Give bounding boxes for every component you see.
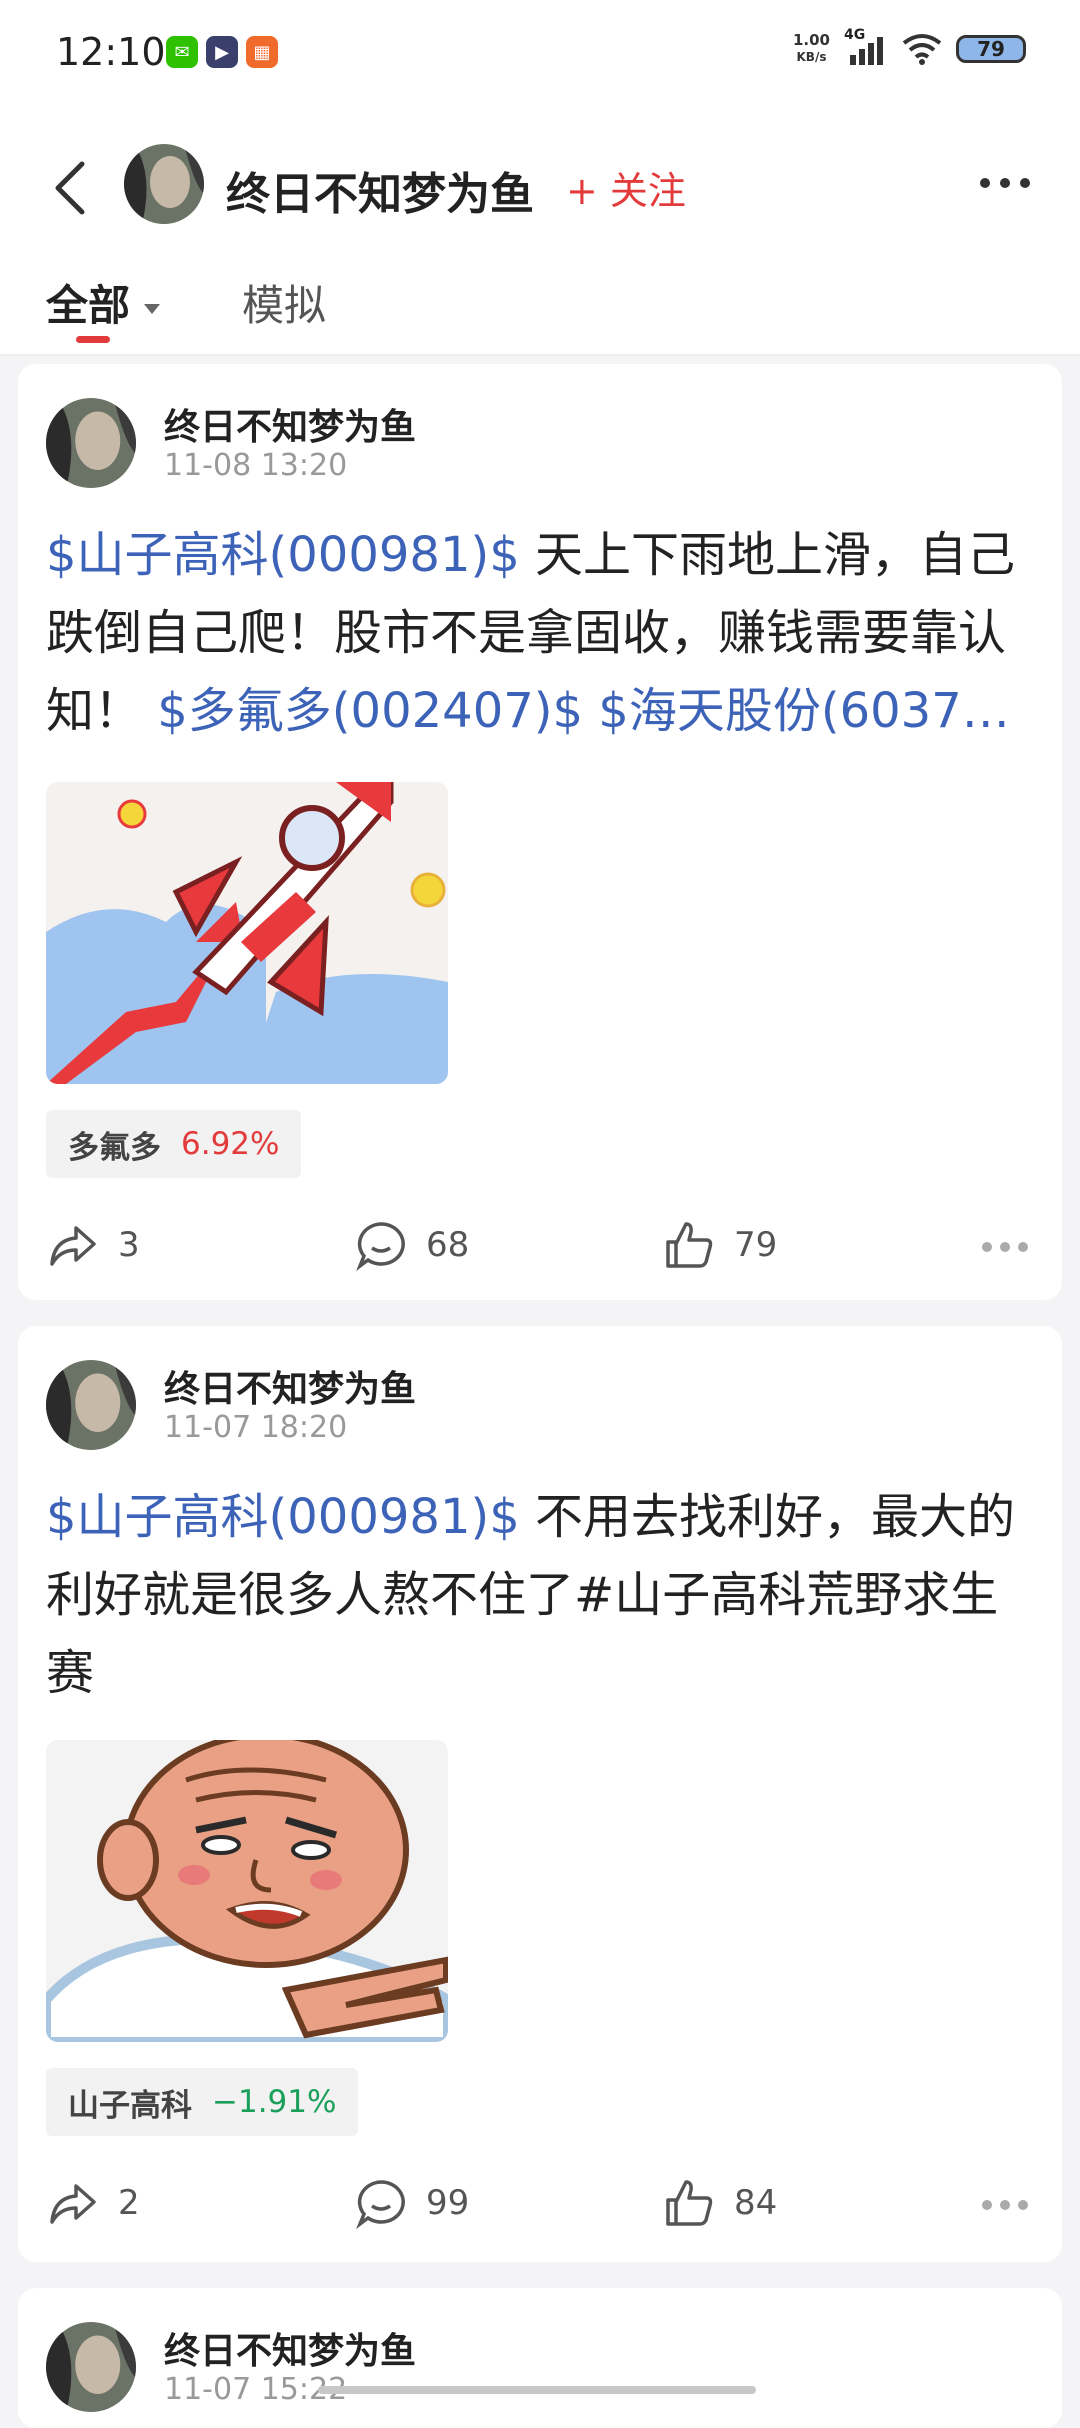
status-right: 1.00 KB/s 4G 79 <box>792 27 1026 66</box>
comment-button[interactable]: 68 <box>354 1218 469 1272</box>
like-button[interactable]: 84 <box>662 2176 777 2230</box>
play-app-icon: ▶ <box>206 36 238 68</box>
post-content[interactable]: $山子高科(000981)$ 不用去找利好，最大的利好就是很多人熬不住了#山子高… <box>46 1478 1046 1712</box>
status-app-icons: ✉ ▶ ▦ <box>166 36 278 68</box>
thumbs-up-icon <box>666 1222 713 1268</box>
follow-button[interactable]: + 关注 <box>566 160 686 215</box>
battery-indicator: 79 <box>956 35 1026 63</box>
author-avatar[interactable] <box>46 2322 136 2412</box>
status-time: 12:10 <box>56 30 166 74</box>
post-actions: 3 68 79 <box>18 1218 1062 1278</box>
post-image-rocket[interactable] <box>46 782 448 1084</box>
caret-down-icon <box>144 303 161 314</box>
post-content[interactable]: $山子高科(000981)$ 天上下雨地上滑，自己跌倒自己爬！股市不是拿固收，赚… <box>46 516 1046 750</box>
more-options-icon[interactable] <box>980 178 1030 188</box>
post-more-icon[interactable] <box>982 1242 1028 1252</box>
tab-bar: 全部 模拟 <box>0 262 1080 356</box>
home-indicator[interactable] <box>318 2386 756 2394</box>
share-icon <box>50 2184 96 2224</box>
post-time: 11-07 18:20 <box>164 1410 348 1445</box>
wifi-icon <box>902 34 942 65</box>
status-bar: 12:10 ✉ ▶ ▦ 1.00 KB/s 4G 79 <box>0 0 1080 100</box>
post-card[interactable]: 终日不知梦为鱼 11-07 15:22 <box>18 2288 1062 2428</box>
stock-link[interactable]: $多氟多(002407)$ <box>157 683 583 739</box>
stock-tag[interactable]: 山子高科 −1.91% <box>46 2068 359 2136</box>
header-avatar[interactable] <box>124 144 204 224</box>
like-button[interactable]: 79 <box>662 1218 777 1272</box>
tab-simulated[interactable]: 模拟 <box>242 272 326 333</box>
author-name[interactable]: 终日不知梦为鱼 <box>164 398 416 450</box>
share-button[interactable]: 3 <box>46 1218 140 1272</box>
signal-icon: 4G <box>844 27 888 65</box>
author-avatar[interactable] <box>46 1360 136 1450</box>
stock-link[interactable]: $海天股份(6037… <box>583 683 1009 739</box>
stock-tag[interactable]: 多氟多 6.92% <box>46 1110 302 1178</box>
comment-icon <box>356 2180 405 2230</box>
post-actions: 2 99 84 <box>18 2176 1062 2236</box>
author-avatar[interactable] <box>46 398 136 488</box>
post-card[interactable]: 终日不知梦为鱼 11-08 13:20 $山子高科(000981)$ 天上下雨地… <box>18 364 1062 1300</box>
comment-icon <box>356 1222 405 1272</box>
active-tab-indicator <box>76 336 110 343</box>
header-username: 终日不知梦为鱼 <box>226 169 534 220</box>
post-image-meme[interactable] <box>46 1740 448 2042</box>
author-name[interactable]: 终日不知梦为鱼 <box>164 2322 416 2374</box>
thumbs-up-icon <box>666 2180 713 2226</box>
post-more-icon[interactable] <box>982 2200 1028 2210</box>
author-name[interactable]: 终日不知梦为鱼 <box>164 1360 416 1412</box>
back-arrow-icon[interactable] <box>50 158 90 218</box>
post-card[interactable]: 终日不知梦为鱼 11-07 18:20 $山子高科(000981)$ 不用去找利… <box>18 1326 1062 2262</box>
wechat-icon: ✉ <box>166 36 198 68</box>
comment-button[interactable]: 99 <box>354 2176 469 2230</box>
tab-all[interactable]: 全部 <box>46 272 161 333</box>
grid-app-icon: ▦ <box>246 36 278 68</box>
post-time: 11-08 13:20 <box>164 448 348 483</box>
stock-link[interactable]: $山子高科(000981)$ <box>46 527 520 583</box>
share-button[interactable]: 2 <box>46 2176 140 2230</box>
profile-header: 终日不知梦为鱼 + 关注 <box>0 100 1080 270</box>
net-speed: 1.00 KB/s <box>792 31 830 65</box>
stock-link[interactable]: $山子高科(000981)$ <box>46 1489 520 1545</box>
share-icon <box>50 1226 96 1266</box>
